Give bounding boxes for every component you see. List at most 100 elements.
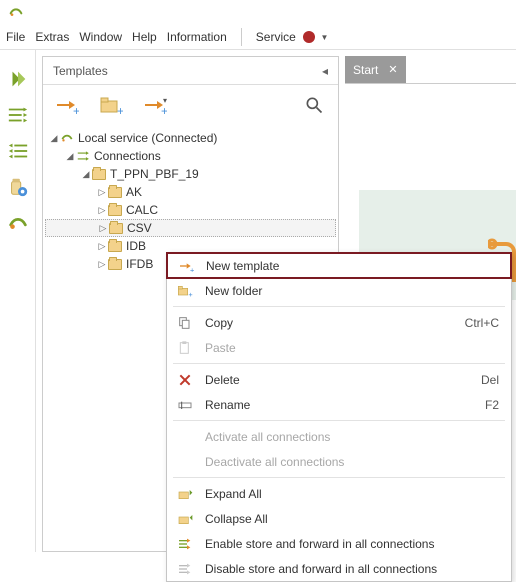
templates-panel-header: Templates ◂ [43,57,338,85]
menu-service-label: Service [256,30,296,44]
ctx-expand-all[interactable]: Expand All [167,481,511,506]
tree-group-label: T_PPN_PBF_19 [110,167,199,181]
folder-icon [107,257,123,271]
panel-collapse-icon[interactable]: ◂ [322,64,328,78]
ctx-disable-sf[interactable]: Disable store and forward in all connect… [167,556,511,581]
ctx-label: Paste [205,341,236,355]
ctx-copy[interactable]: Copy Ctrl+C [167,310,511,335]
ctx-activate-all: Activate all connections [167,424,511,449]
new-template-icon: + [176,258,196,274]
svg-text:+: + [190,265,194,273]
tree-collapse-icon[interactable]: ▷ [97,205,107,216]
tree-folder-calc[interactable]: ▷ CALC [45,201,336,219]
ctx-label: New folder [205,284,262,298]
ctx-deactivate-all: Deactivate all connections [167,449,511,474]
new-folder-icon: + [175,283,195,299]
service-status-dot-icon [303,31,315,43]
ctx-new-template[interactable]: + New template [166,252,512,279]
tree-item-label: IFDB [126,257,153,271]
ctx-separator [173,477,505,478]
sidebar [0,50,36,552]
svg-text:+: + [117,104,123,117]
folder-icon [107,239,123,253]
new-folder-tool-icon[interactable]: + [97,91,125,119]
menu-information[interactable]: Information [167,30,227,44]
leftarrows-icon[interactable] [7,140,29,162]
connections-icon [75,149,91,163]
ctx-rename[interactable]: Rename F2 [167,392,511,417]
ctx-shortcut: Del [481,373,499,387]
ctx-separator [173,306,505,307]
tree-root-service[interactable]: ◢ Local service (Connected) [45,129,336,147]
tree-folder-csv[interactable]: ▷ CSV [45,219,336,237]
menu-help[interactable]: Help [132,30,157,44]
ctx-shortcut: Ctrl+C [465,316,499,330]
tab-start[interactable]: Start ✕ [345,56,406,83]
rename-icon [175,397,195,413]
templates-toolbar: + + ▾+ [43,85,338,125]
ctx-shortcut: F2 [485,398,499,412]
tree-collapse-icon[interactable]: ▷ [97,187,107,198]
folder-icon [107,203,123,217]
titlebar [0,0,516,24]
svg-text:+: + [73,104,79,117]
tree-group[interactable]: ◢ T_PPN_PBF_19 [45,165,336,183]
tree-collapse-icon[interactable]: ▷ [97,259,107,270]
ctx-enable-sf[interactable]: Enable store and forward in all connecti… [167,531,511,556]
delete-icon [175,372,195,388]
enable-sf-icon [175,536,195,552]
menu-service[interactable]: Service ▼ [256,30,329,44]
ctx-separator [173,363,505,364]
ctx-label: Expand All [205,487,262,501]
template-icon[interactable] [7,68,29,90]
tree-item-label: CALC [126,203,158,217]
tree-connections-label: Connections [94,149,161,163]
new-template-tool-icon[interactable]: + [53,91,81,119]
ctx-label: Rename [205,398,250,412]
export-tool-icon[interactable]: ▾+ [141,91,169,119]
disable-sf-icon [175,561,195,577]
copy-icon [175,315,195,331]
tree-expand-icon[interactable]: ◢ [49,133,59,144]
tab-close-icon[interactable]: ✕ [388,63,397,76]
menu-file[interactable]: File [6,30,25,44]
folder-icon [108,221,124,235]
ctx-delete[interactable]: Delete Del [167,367,511,392]
service-icon [59,131,75,145]
ctx-label: Copy [205,316,233,330]
expand-icon [175,486,195,502]
tree-expand-icon[interactable]: ◢ [81,169,91,180]
templates-panel-title: Templates [53,64,108,78]
tree-folder-ak[interactable]: ▷ AK [45,183,336,201]
ctx-paste: Paste [167,335,511,360]
app-logo-icon [8,4,24,20]
collapse-icon [175,511,195,527]
tree-root-label: Local service (Connected) [78,131,217,145]
tree-collapse-icon[interactable]: ▷ [98,223,108,234]
context-menu: + New template + New folder Copy Ctrl+C … [166,252,512,582]
svg-text:+: + [161,104,167,117]
ctx-new-folder[interactable]: + New folder [167,278,511,303]
ctx-label: Delete [205,373,240,387]
folder-icon [107,185,123,199]
rightarrows-icon[interactable] [7,104,29,126]
tree-connections[interactable]: ◢ Connections [45,147,336,165]
tree-item-label: CSV [127,221,152,235]
ctx-separator [173,420,505,421]
menubar: File Extras Window Help Information Serv… [0,24,516,50]
folder-open-icon [91,167,107,181]
ctx-label: Deactivate all connections [205,455,344,469]
swirl-icon[interactable] [7,212,29,234]
tree-collapse-icon[interactable]: ▷ [97,241,107,252]
tree-expand-icon[interactable]: ◢ [65,151,75,162]
search-tool-icon[interactable] [300,91,328,119]
ctx-label: Activate all connections [205,430,330,444]
menu-extras[interactable]: Extras [35,30,69,44]
ctx-collapse-all[interactable]: Collapse All [167,506,511,531]
ctx-label: Disable store and forward in all connect… [205,562,437,576]
menu-window[interactable]: Window [79,30,122,44]
jar-gear-icon[interactable] [7,176,29,198]
tab-strip: Start ✕ [345,56,516,84]
svg-text:+: + [188,290,192,299]
chevron-down-icon: ▼ [320,33,328,42]
